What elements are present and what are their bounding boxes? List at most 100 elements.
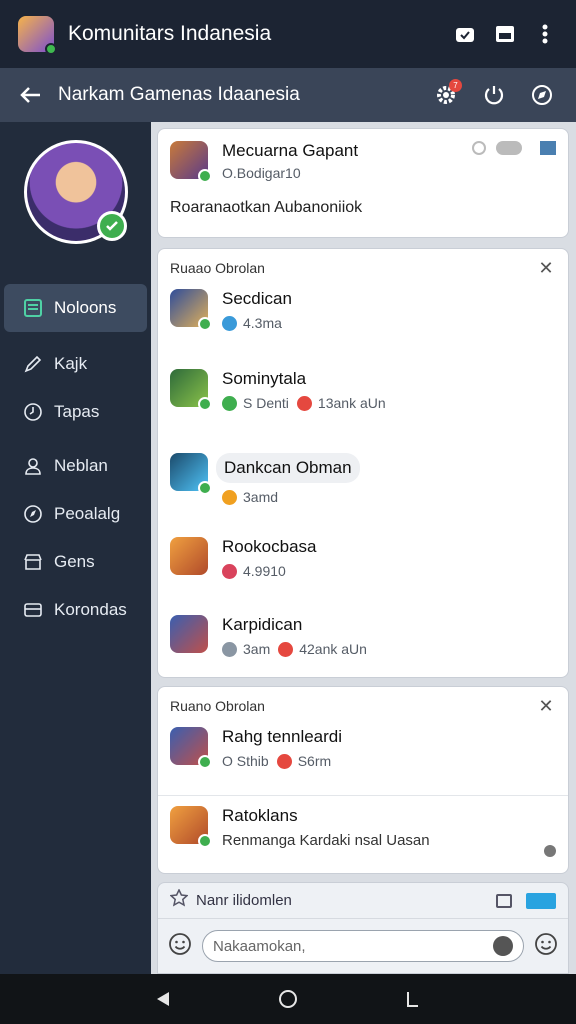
- room-avatar: [170, 727, 212, 769]
- sidebar-item-label: Noloons: [54, 298, 117, 317]
- chat-meta-secondary: 13ank aUn: [317, 395, 386, 411]
- sticker-icon[interactable]: [493, 936, 513, 956]
- profile-handle: O.Bodigar10: [222, 165, 301, 181]
- bookmark-icon[interactable]: [540, 141, 556, 155]
- pencil-icon: [22, 353, 44, 375]
- smile-icon[interactable]: [534, 932, 558, 961]
- store-icon[interactable]: [488, 17, 522, 51]
- sidebar-item-label: Kajk: [54, 354, 88, 373]
- chat-name: Rookocbasa: [222, 537, 317, 556]
- chat-meta: 3am: [243, 641, 271, 657]
- room-avatar: [170, 806, 212, 848]
- back-arrow-icon[interactable]: [16, 80, 46, 110]
- edit-icon[interactable]: [448, 17, 482, 51]
- sidebar: Noloons Kajk Tapas Neblan Peoalalg Gens …: [0, 122, 151, 974]
- sub-header: Narkam Gamenas Idaanesia 7: [0, 68, 576, 122]
- send-icon[interactable]: [526, 892, 556, 909]
- settings-gear-icon[interactable]: 7: [428, 77, 464, 113]
- chat-list-title: Ruaao Obrolan: [170, 260, 265, 276]
- chat-avatar: [170, 289, 212, 331]
- list-item[interactable]: Secdican 4.3ma: [158, 287, 568, 367]
- sidebar-item-neblan[interactable]: Neblan: [0, 442, 151, 490]
- clock-icon: [22, 401, 44, 423]
- home-nav-icon[interactable]: [268, 979, 308, 1019]
- chat-name: Secdican: [222, 289, 292, 308]
- sidebar-item-noloons[interactable]: Noloons: [4, 284, 147, 332]
- status-dot-icon: [222, 563, 237, 579]
- profile-avatar-small: [170, 141, 212, 183]
- chat-avatar: [170, 537, 208, 575]
- room-title: Ruano Obrolan: [170, 698, 265, 714]
- status-dot-icon: [222, 641, 237, 657]
- alert-dot-icon: [296, 395, 312, 411]
- profile-text: Roaranaotkan Aubanoniiok: [170, 199, 363, 216]
- message-input-placeholder: Nakaamokan,: [213, 937, 306, 955]
- person-icon: [22, 455, 44, 477]
- chat-meta: 3amd: [243, 489, 279, 505]
- star-icon[interactable]: [169, 888, 189, 912]
- compass-icon: [22, 503, 44, 525]
- profile-avatar[interactable]: [24, 140, 128, 244]
- notification-badge: 7: [449, 79, 462, 92]
- chat-avatar: [170, 615, 208, 653]
- list-item[interactable]: Karpidican 3am 42ank aUn: [158, 613, 568, 677]
- close-icon[interactable]: ✕: [536, 258, 556, 279]
- back-nav-icon[interactable]: [143, 979, 183, 1019]
- page-title: Narkam Gamenas Idaanesia: [58, 84, 300, 105]
- room-text: Renmanga Kardaki nsal Uasan: [222, 832, 430, 849]
- message-composer: Nanr ilidomlen Nakaamokan,: [157, 882, 569, 974]
- card-icon: [22, 599, 44, 621]
- room-card: Ruano Obrolan ✕ Rahg tennleardi O Sthib S…: [157, 686, 569, 874]
- main-content: Mecuarna Gapant O.Bodigar10 Roaranaotkan…: [151, 122, 576, 974]
- sidebar-item-kajk[interactable]: Kajk: [0, 340, 151, 388]
- power-icon[interactable]: [476, 77, 512, 113]
- room-meta-secondary: S6rm: [297, 753, 332, 769]
- sidebar-item-tapas[interactable]: Tapas: [0, 388, 151, 436]
- sidebar-nav: Noloons Kajk Tapas Neblan Peoalalg Gens …: [0, 284, 151, 634]
- camera-icon[interactable]: [496, 893, 512, 908]
- toggle-icon[interactable]: [496, 141, 522, 155]
- status-dot-icon: [222, 489, 237, 505]
- list-item[interactable]: Dankcan Obman 3amd: [158, 451, 568, 535]
- composer-title: Nanr ilidomlen: [196, 892, 292, 909]
- chat-meta-secondary: 42ank aUn: [299, 641, 367, 657]
- list-item[interactable]: Rahg tennleardi O Sthib S6rm: [158, 725, 568, 787]
- sidebar-item-label: Neblan: [54, 456, 108, 475]
- status-dot-icon: [222, 315, 237, 331]
- app-title: Komunitars Indanesia: [68, 22, 272, 45]
- list-item[interactable]: Sominytala S Denti 13ank aUn: [158, 367, 568, 451]
- chat-meta: 4.3ma: [243, 315, 282, 331]
- sidebar-item-peoalalg[interactable]: Peoalalg: [0, 490, 151, 538]
- list-item[interactable]: Rookocbasa 4.9910: [158, 535, 568, 613]
- compass-icon[interactable]: [524, 77, 560, 113]
- alert-dot-icon: [278, 641, 294, 657]
- store-icon: [22, 551, 44, 573]
- more-vert-icon[interactable]: [528, 17, 562, 51]
- sidebar-item-korondas[interactable]: Korondas: [0, 586, 151, 634]
- radio-icon[interactable]: [472, 141, 486, 155]
- sidebar-item-gens[interactable]: Gens: [0, 538, 151, 586]
- system-nav-bar: [0, 974, 576, 1024]
- emoji-icon[interactable]: [168, 932, 192, 961]
- chat-name: Sominytala: [222, 369, 307, 388]
- alert-dot-icon: [276, 753, 292, 769]
- sidebar-item-label: Korondas: [54, 600, 127, 619]
- room-meta: O Sthib: [222, 753, 269, 769]
- verified-check-icon: [97, 211, 127, 241]
- list-item[interactable]: Ratoklans Renmanga Kardaki nsal Uasan: [158, 795, 568, 867]
- profile-name: Mecuarna Gapant: [222, 141, 359, 160]
- settings-small-icon[interactable]: [544, 845, 556, 857]
- message-input[interactable]: Nakaamokan,: [202, 930, 524, 962]
- recents-nav-icon[interactable]: [393, 979, 433, 1019]
- close-icon[interactable]: ✕: [536, 696, 556, 717]
- chat-name: Dankcan Obman: [216, 453, 360, 483]
- chat-avatar: [170, 369, 212, 411]
- chat-avatar: [170, 453, 212, 495]
- chat-list-card: Ruaao Obrolan ✕ Secdican 4.3ma Sominytal…: [157, 248, 569, 678]
- profile-card[interactable]: Mecuarna Gapant O.Bodigar10 Roaranaotkan…: [157, 128, 569, 238]
- list-icon: [22, 297, 44, 319]
- sidebar-item-label: Gens: [54, 552, 95, 571]
- sidebar-item-label: Peoalalg: [54, 504, 121, 523]
- app-header: Komunitars Indanesia: [0, 0, 576, 68]
- status-dot-icon: [222, 395, 237, 411]
